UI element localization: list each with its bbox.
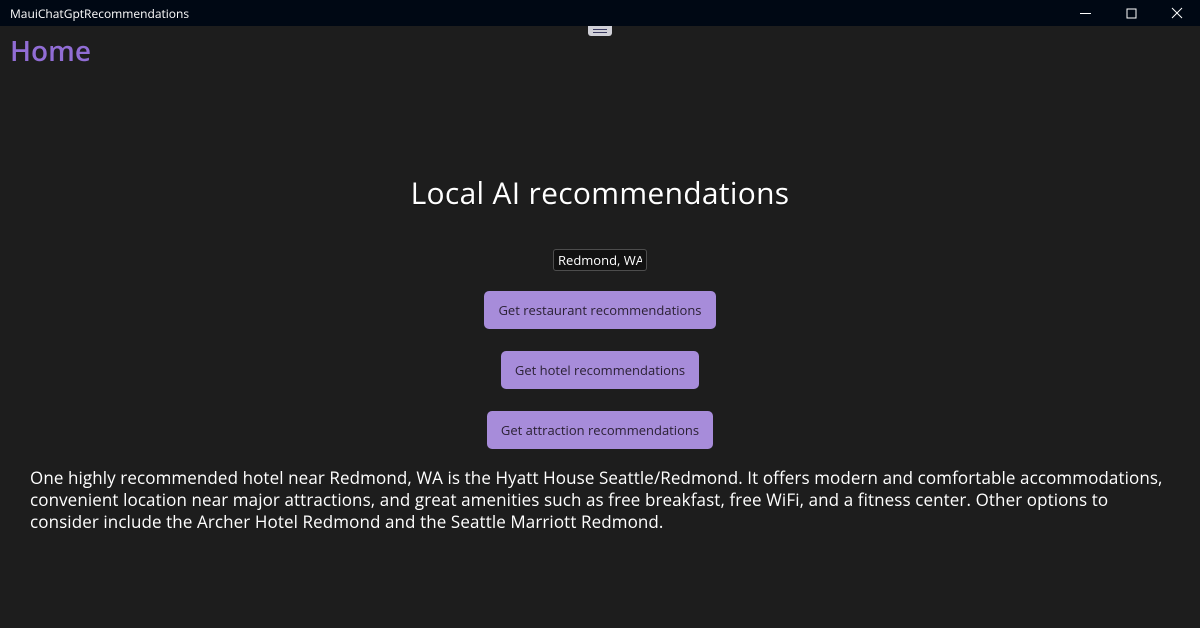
minimize-button[interactable] [1062,0,1108,26]
maximize-icon [1126,8,1137,19]
close-icon [1171,7,1183,19]
page-title: Local AI recommendations [411,172,790,213]
minimize-icon [1080,8,1091,19]
window-controls [1062,0,1200,26]
window-title: MauiChatGptRecommendations [10,5,189,22]
button-stack: Get restaurant recommendations Get hotel… [484,291,715,449]
debug-toolbar-tab[interactable] [588,26,612,36]
get-hotel-button[interactable]: Get hotel recommendations [501,351,699,389]
hamburger-icon [593,29,607,33]
get-attraction-button[interactable]: Get attraction recommendations [487,411,713,449]
main-area: Local AI recommendations Get restaurant … [0,70,1200,533]
get-restaurant-button[interactable]: Get restaurant recommendations [484,291,715,329]
window-titlebar: MauiChatGptRecommendations [0,0,1200,26]
close-button[interactable] [1154,0,1200,26]
maximize-button[interactable] [1108,0,1154,26]
recommendation-output: One highly recommended hotel near Redmon… [0,449,1200,533]
location-input[interactable] [553,249,647,271]
app-content: Home Local AI recommendations Get restau… [0,26,1200,628]
